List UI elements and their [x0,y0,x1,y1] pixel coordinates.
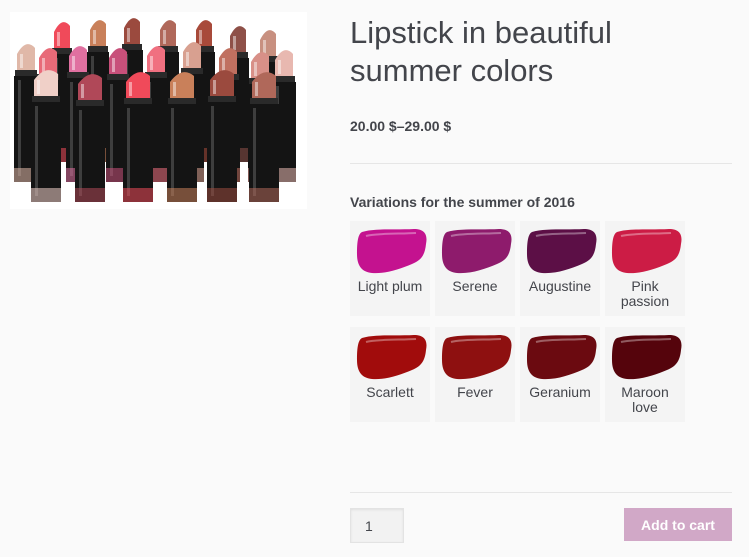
color-swatch-serene[interactable]: Serene [435,221,515,316]
swatch-label-line2: love [632,399,658,415]
paint-smear-icon [527,229,597,274]
color-swatch-geranium[interactable]: Geranium [520,327,600,422]
price-range: 20.00 $–29.00 $ [350,118,452,134]
paint-smear-icon [357,229,427,274]
swatch-label-line1: Augustine [528,278,592,294]
product-image[interactable] [10,12,307,209]
color-swatch-scarlett[interactable]: Scarlett [350,327,430,422]
paint-smear-icon [612,335,682,380]
swatch-label-line1: Maroon [621,384,669,400]
paint-smear-icon [442,229,512,274]
swatch-label: Augustine [520,279,600,294]
swatch-label: Pink passion [605,279,685,309]
divider [350,163,732,164]
swatch-label: Maroon love [605,385,685,415]
paint-smear-icon [612,229,682,274]
color-swatch-augustine[interactable]: Augustine [520,221,600,316]
swatch-label-line1: Pink [631,278,659,294]
product-summary: Lipstick in beautiful summer colors 20.0… [350,0,732,557]
quantity-input[interactable] [350,508,404,543]
product-title: Lipstick in beautiful summer colors [350,14,732,90]
paint-smear-icon [527,335,597,380]
color-swatch-pink-passion[interactable]: Pink passion [605,221,685,316]
paint-smear-icon [442,335,512,380]
color-swatch-maroon-love[interactable]: Maroon love [605,327,685,422]
product-title-line1: Lipstick in beautiful [350,15,612,50]
swatch-label: Scarlett [350,385,430,400]
add-to-cart-button[interactable]: Add to cart [624,508,732,541]
swatch-label-line1: Fever [457,384,493,400]
swatch-label-line2: passion [620,293,670,309]
color-swatch-grid: Light plum Serene Augustine Pink passion Scar… [350,221,695,426]
color-swatch-light-plum[interactable]: Light plum [350,221,430,316]
swatch-label: Fever [435,385,515,400]
swatch-label-line1: Serene [452,278,498,294]
lipstick-collection-photo [14,18,296,202]
swatch-label-line1: Geranium [529,384,591,400]
swatch-label-line1: Scarlett [366,384,414,400]
swatch-label-line1: Light plum [357,278,423,294]
product-title-line2: summer colors [350,53,554,88]
swatch-label: Geranium [520,385,600,400]
color-swatch-fever[interactable]: Fever [435,327,515,422]
swatch-label: Serene [435,279,515,294]
variations-label: Variations for the summer of 2016 [350,194,575,210]
paint-smear-icon [357,335,427,380]
divider [350,492,732,493]
swatch-label: Light plum [350,279,430,294]
